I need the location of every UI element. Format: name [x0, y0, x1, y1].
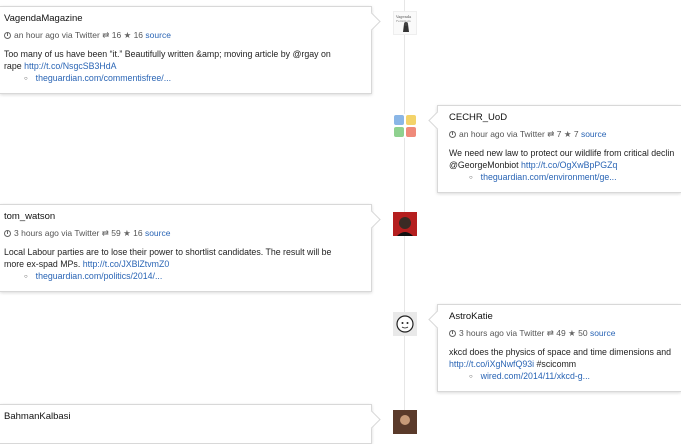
tweet-username[interactable]: AstroKatie — [449, 311, 681, 322]
tweet-text-line: Too many of us have been “it.” Beautiful… — [4, 49, 331, 59]
list-item: theguardian.com/commentisfree/... — [24, 72, 371, 86]
tweet-via: via Twitter — [61, 228, 100, 238]
source-link[interactable]: source — [145, 228, 171, 238]
tweet-time: an hour ago — [459, 129, 505, 139]
retweet-count: 16 — [111, 30, 122, 40]
tweet-expanded-links: theguardian.com/commentisfree/... — [4, 72, 371, 86]
tweet-via: via Twitter — [506, 328, 545, 338]
tweet-card: CECHR_UoD an hour ago via Twitter ⇄ 7 ★ … — [437, 105, 681, 193]
star-icon: ★ — [563, 129, 572, 139]
avatar[interactable] — [393, 312, 417, 336]
clock-icon — [4, 32, 11, 39]
expanded-link[interactable]: theguardian.com/environment/ge... — [481, 172, 617, 182]
avatar[interactable] — [393, 114, 417, 138]
tweet-text-line: rape — [4, 61, 22, 71]
tweet-time: 3 hours ago — [14, 228, 59, 238]
tweet-text-line: more ex-spad MPs. — [4, 259, 81, 269]
list-item: theguardian.com/politics/2014/... — [24, 270, 371, 284]
avatar[interactable] — [393, 410, 417, 434]
tweet-card: tom_watson 3 hours ago via Twitter ⇄ 59 … — [0, 204, 372, 292]
retweet-count: 59 — [111, 228, 121, 238]
tweet-short-link[interactable]: http://t.co/NsgcSB3HdA — [24, 61, 116, 71]
svg-text:Feminism: Feminism — [396, 19, 411, 23]
tweet-meta: 3 hours ago via Twitter ⇄ 59 ★ 16 source — [4, 228, 371, 239]
source-link[interactable]: source — [590, 328, 616, 338]
timeline-line — [404, 0, 405, 420]
tweet-expanded-links: theguardian.com/politics/2014/... — [4, 270, 371, 284]
tweet-hashtag: #scicomm — [536, 359, 577, 369]
avatar[interactable] — [393, 212, 417, 236]
star-icon: ★ — [123, 228, 131, 238]
tweet-text-line: xkcd does the physics of space and time … — [449, 347, 672, 357]
tweet-text: We need new law to protect our wildlife … — [449, 147, 681, 171]
tweet-text: Local Labour parties are to lose their p… — [4, 246, 371, 270]
retweet-icon: ⇄ — [547, 129, 555, 139]
tweet-meta: an hour ago via Twitter ⇄ 16 ★ 16 source — [4, 30, 371, 41]
list-item: wired.com/2014/11/xkcd-g... — [469, 370, 681, 384]
tweet-short-link[interactable]: http://t.co/OgXwBpPGZq — [521, 160, 617, 170]
tweet-expanded-links: theguardian.com/environment/ge... — [449, 171, 681, 185]
clock-icon — [449, 131, 456, 138]
cechr-logo-icon — [393, 114, 417, 138]
tom-watson-avatar-icon — [393, 212, 417, 236]
source-link[interactable]: source — [145, 30, 171, 40]
retweet-icon: ⇄ — [102, 30, 110, 40]
bahmankalbasi-avatar-icon — [393, 410, 417, 434]
vagenda-logo-icon: Vagenda Feminism — [394, 12, 416, 34]
tweet-text: xkcd does the physics of space and time … — [449, 346, 681, 370]
tweet-username[interactable]: CECHR_UoD — [449, 112, 681, 123]
tweet-text-line: Local Labour parties are to lose their p… — [4, 247, 332, 257]
tweet-card: BahmanKalbasi — [0, 404, 372, 444]
retweet-count: 7 — [556, 129, 562, 139]
source-link[interactable]: source — [581, 129, 607, 139]
tweet-via: via Twitter — [506, 129, 545, 139]
tweet-username[interactable]: BahmanKalbasi — [4, 411, 371, 422]
favorite-count: 16 — [133, 228, 143, 238]
list-item: theguardian.com/environment/ge... — [469, 171, 681, 185]
expanded-link[interactable]: theguardian.com/commentisfree/... — [36, 73, 171, 83]
favorite-count: 50 — [578, 328, 588, 338]
tweet-time: an hour ago — [14, 30, 60, 40]
retweet-count: 49 — [556, 328, 566, 338]
star-icon: ★ — [123, 30, 132, 40]
tweet-time: 3 hours ago — [459, 328, 504, 338]
retweet-icon: ⇄ — [101, 228, 109, 238]
tweet-text: Too many of us have been “it.” Beautiful… — [4, 48, 371, 72]
tweet-expanded-links: wired.com/2014/11/xkcd-g... — [449, 370, 681, 384]
tweet-short-link[interactable]: http://t.co/iXgNwfQ93i — [449, 359, 534, 369]
favorite-count: 16 — [133, 30, 144, 40]
tweet-username[interactable]: tom_watson — [4, 211, 371, 222]
favorite-count: 7 — [573, 129, 579, 139]
tweet-meta: 3 hours ago via Twitter ⇄ 49 ★ 50 source — [449, 328, 681, 339]
tweet-short-link[interactable]: http://t.co/JXBlZtvmZ0 — [83, 259, 170, 269]
tweet-card: VagendaMagazine an hour ago via Twitter … — [0, 6, 372, 94]
expanded-link[interactable]: theguardian.com/politics/2014/... — [36, 271, 163, 281]
tweet-text-line: @GeorgeMonbiot — [449, 160, 519, 170]
astrokatie-avatar-icon — [393, 312, 417, 336]
tweet-via: via Twitter — [61, 30, 100, 40]
tweet-card: AstroKatie 3 hours ago via Twitter ⇄ 49 … — [437, 304, 681, 392]
clock-icon — [449, 330, 456, 337]
clock-icon — [4, 230, 11, 237]
expanded-link[interactable]: wired.com/2014/11/xkcd-g... — [481, 371, 590, 381]
tweet-username[interactable]: VagendaMagazine — [4, 13, 371, 24]
avatar[interactable]: Vagenda Feminism — [393, 11, 417, 35]
retweet-icon: ⇄ — [546, 328, 554, 338]
tweet-text-line: We need new law to protect our wildlife … — [449, 148, 675, 158]
tweet-meta: an hour ago via Twitter ⇄ 7 ★ 7 source — [449, 129, 681, 140]
star-icon: ★ — [568, 328, 576, 338]
